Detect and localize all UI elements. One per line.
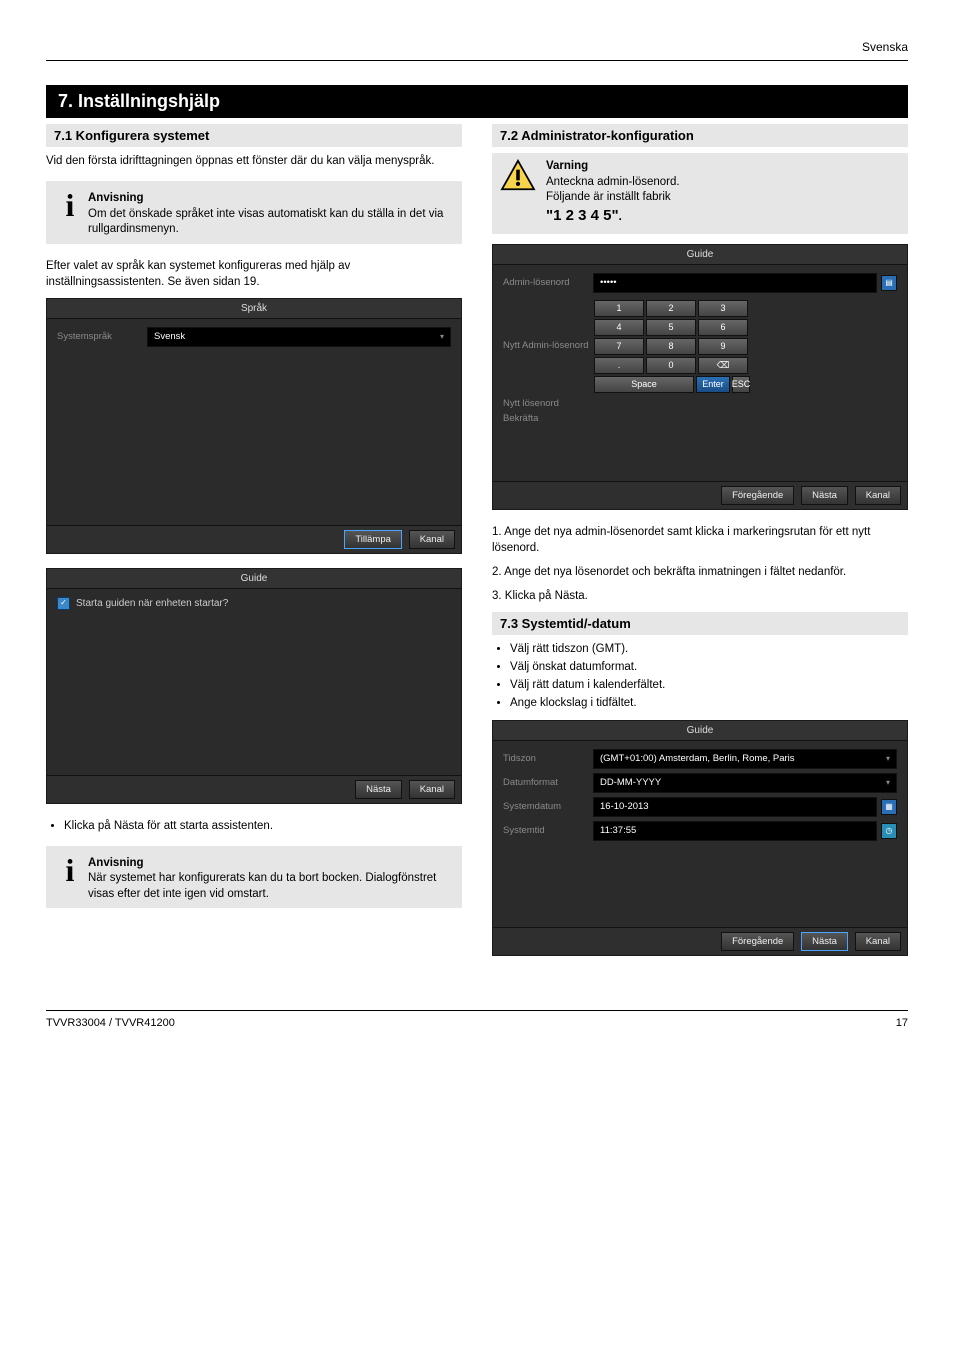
screenshot-guide-start: Guide ✓ Starta guiden när enheten starta… (46, 568, 462, 804)
key-4[interactable]: 4 (594, 319, 644, 336)
key-7[interactable]: 7 (594, 338, 644, 355)
footer-left: TVVR33004 / TVVR41200 (46, 1017, 175, 1029)
start-guide-checkbox[interactable]: ✓ (57, 597, 70, 610)
shot4-field-0[interactable]: (GMT+01:00) Amsterdam, Berlin, Rome, Par… (593, 749, 897, 769)
note2-text: När systemet har konfigurerats kan du ta… (88, 872, 436, 900)
shot3-title: Guide (493, 245, 907, 265)
shot4-field-1[interactable]: DD-MM-YYYY ▾ (593, 773, 897, 793)
shot3-label-0: Admin-lösenord (503, 277, 593, 288)
screenshot-guide-time: Guide Tidszon (GMT+01:00) Amsterdam, Berl… (492, 720, 908, 956)
cancel-button[interactable]: Kanal (409, 530, 455, 549)
bullet-dateformat: Välj önskat datumformat. (510, 659, 908, 675)
next-button[interactable]: Nästa (801, 486, 848, 505)
shot2-title: Guide (47, 569, 461, 589)
chevron-down-icon: ▾ (886, 754, 890, 763)
next-button[interactable]: Nästa (355, 780, 402, 799)
key-backspace[interactable]: ⌫ (698, 357, 748, 374)
bullet-start-assistant: Klicka på Nästa för att starta assistent… (64, 818, 462, 834)
key-5[interactable]: 5 (646, 319, 696, 336)
p-left-2: Efter valet av språk kan systemet konfig… (46, 258, 462, 290)
top-rule (46, 60, 908, 61)
shot4-title: Guide (493, 721, 907, 741)
shot4-field-3[interactable]: 11:37:55 (593, 821, 877, 841)
key-8[interactable]: 8 (646, 338, 696, 355)
shot4-value-1: DD-MM-YYYY (600, 777, 661, 788)
bullet-timezone: Välj rätt tidszon (GMT). (510, 641, 908, 657)
info-icon: i (52, 850, 88, 886)
language-select[interactable]: Svensk ▾ (147, 327, 451, 347)
key-1[interactable]: 1 (594, 300, 644, 317)
key-0[interactable]: 0 (646, 357, 696, 374)
admin-password-input[interactable]: ••••• (593, 273, 877, 293)
warn-p1: Anteckna admin-lösenord. (546, 176, 680, 188)
note-box-1: i Anvisning Om det önskade språket inte … (46, 181, 462, 244)
warn-default-password: "1 2 3 4 5" (546, 207, 619, 224)
shot1-field-label: Systemspråk (57, 331, 147, 342)
heading-7-3: 7.3 Systemtid/-datum (492, 612, 908, 635)
note1-label: Anvisning (88, 192, 144, 204)
shot4-label-0: Tidszon (503, 753, 593, 764)
apply-button[interactable]: Tillämpa (344, 530, 402, 549)
header-right: Svenska (862, 40, 908, 54)
shot4-label-2: Systemdatum (503, 801, 593, 812)
bullet-time: Ange klockslag i tidfältet. (510, 695, 908, 711)
shot3-label-1: Nytt Admin-lösenord (503, 340, 593, 351)
shot4-value-3: 11:37:55 (600, 825, 636, 836)
clock-icon[interactable]: ◷ (881, 823, 897, 839)
heading-7-1: 7.1 Konfigurera systemet (46, 124, 462, 147)
password-mask: ••••• (600, 277, 617, 288)
key-6[interactable]: 6 (698, 319, 748, 336)
shot4-value-2: 16-10-2013 (600, 801, 649, 812)
warn-label: Varning (546, 160, 588, 172)
calendar-icon[interactable]: ▦ (881, 799, 897, 815)
key-dot[interactable]: . (594, 357, 644, 374)
p-left-1: Vid den första idrifttagningen öppnas et… (46, 153, 462, 169)
key-space[interactable]: Space (594, 376, 694, 393)
cancel-button[interactable]: Kanal (855, 932, 901, 951)
note2-label: Anvisning (88, 857, 144, 869)
note1-text: Om det önskade språket inte visas automa… (88, 208, 443, 236)
screenshot-language: Språk Systemspråk Svensk ▾ Tillämpa Kana… (46, 298, 462, 554)
next-button[interactable]: Nästa (801, 932, 848, 951)
note-box-2: i Anvisning När systemet har konfigurera… (46, 846, 462, 909)
warn-preset: Följande är inställt fabrik (546, 191, 671, 203)
shot4-value-0: (GMT+01:00) Amsterdam, Berlin, Rome, Par… (600, 753, 795, 764)
key-2[interactable]: 2 (646, 300, 696, 317)
key-enter[interactable]: Enter (696, 376, 730, 393)
previous-button[interactable]: Föregående (721, 932, 794, 951)
shot4-label-1: Datumformat (503, 777, 593, 788)
chevron-down-icon: ▾ (440, 332, 444, 341)
shot2-check-label: Starta guiden när enheten startar? (76, 598, 228, 609)
page-footer: TVVR33004 / TVVR41200 17 (46, 1010, 908, 1029)
info-icon: i (52, 185, 88, 221)
chevron-down-icon: ▾ (886, 778, 890, 787)
shot3-label-2: Nytt lösenord (503, 398, 593, 409)
screenshot-guide-password: Guide Admin-lösenord ••••• ▤ Nytt Admin-… (492, 244, 908, 510)
shot3-label-3: Bekräfta (503, 413, 593, 424)
shot4-field-2[interactable]: 16-10-2013 (593, 797, 877, 817)
key-3[interactable]: 3 (698, 300, 748, 317)
p-right-2: 2. Ange det nya lösenordet och bekräfta … (492, 564, 908, 580)
heading-7-2: 7.2 Administrator-konfiguration (492, 124, 908, 147)
shot1-title: Språk (47, 299, 461, 319)
onscreen-keyboard: 1 2 3 4 5 6 7 (593, 299, 897, 394)
p-right-1: 1. Ange det nya admin-lösenordet samt kl… (492, 524, 908, 556)
warn-dot: . (619, 211, 622, 223)
language-value: Svensk (154, 331, 185, 342)
shot4-label-3: Systemtid (503, 825, 593, 836)
p-right-3: 3. Klicka på Nästa. (492, 588, 908, 604)
footer-page-number: 17 (896, 1017, 908, 1029)
warning-icon (500, 159, 536, 191)
previous-button[interactable]: Föregående (721, 486, 794, 505)
keyboard-icon[interactable]: ▤ (881, 275, 897, 291)
cancel-button[interactable]: Kanal (855, 486, 901, 505)
section-title: 7. Inställningshjälp (46, 85, 908, 118)
cancel-button[interactable]: Kanal (409, 780, 455, 799)
warning-box: Varning Anteckna admin-lösenord. Följand… (492, 153, 908, 234)
key-9[interactable]: 9 (698, 338, 748, 355)
bullet-date: Välj rätt datum i kalenderfältet. (510, 677, 908, 693)
key-esc[interactable]: ESC (732, 376, 750, 393)
